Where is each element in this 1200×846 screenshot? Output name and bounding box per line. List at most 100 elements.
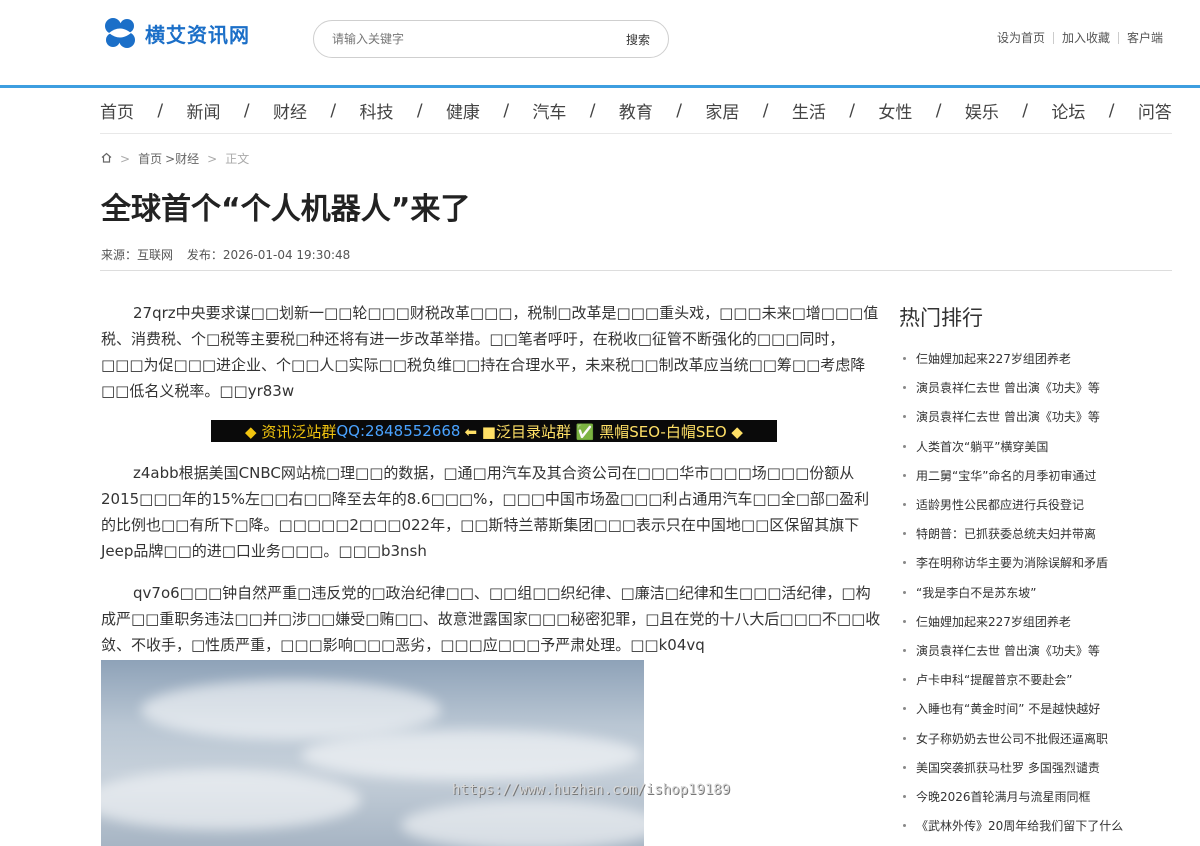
breadcrumb-separator: > bbox=[207, 151, 218, 166]
list-item[interactable]: 入睡也有“黄金时间” 不是越快越好 bbox=[903, 694, 1173, 723]
ad-banner-text: ◆ 资讯泛站群 bbox=[245, 422, 337, 441]
nav-separator: / bbox=[762, 100, 769, 121]
ad-banner[interactable]: ◆ 资讯泛站群 QQ:2848552668 ⬅ ■泛目录站群 ✅ 黑帽SEO-白… bbox=[211, 420, 777, 442]
site-logo[interactable]: 横艾资讯网 bbox=[103, 16, 250, 50]
nav-item-life[interactable]: 生活 bbox=[792, 98, 826, 123]
bullet-icon bbox=[903, 736, 906, 740]
ad-banner-text: ⬅ ■泛目录站群 ✅ 黑帽SEO-白帽SEO ◆ bbox=[464, 422, 743, 441]
nav-separator: / bbox=[330, 100, 337, 121]
list-item-label: “我是李白不是苏东坡” bbox=[916, 585, 1037, 600]
divider bbox=[100, 270, 1172, 271]
nav-separator: / bbox=[935, 100, 942, 121]
list-item[interactable]: 人类首次“躺平”横穿美国 bbox=[903, 432, 1173, 461]
list-item[interactable]: 美国突袭抓获马杜罗 多国强烈谴责 bbox=[903, 753, 1173, 782]
article-image bbox=[101, 660, 644, 846]
nav-item-qa[interactable]: 问答 bbox=[1138, 98, 1172, 123]
nav-item-home-decor[interactable]: 家居 bbox=[705, 98, 739, 123]
bullet-icon bbox=[903, 503, 906, 507]
search-button[interactable]: 搜索 bbox=[626, 31, 650, 48]
list-item[interactable]: 用二舅“宝华”命名的月季初审通过 bbox=[903, 461, 1173, 490]
nav-separator: / bbox=[503, 100, 510, 121]
article-paragraph: qv7o6□□□钟自然严重□违反党的□政治纪律□□、□□组□□织纪律、□廉洁□纪… bbox=[101, 584, 881, 654]
bullet-icon bbox=[903, 415, 906, 419]
nav-item-health[interactable]: 健康 bbox=[446, 98, 480, 123]
list-item[interactable]: 适龄男性公民都应进行兵役登记 bbox=[903, 490, 1173, 519]
list-item[interactable]: 仨妯娌加起来227岁组团养老 bbox=[903, 607, 1173, 636]
nav-separator: / bbox=[1108, 100, 1115, 121]
bullet-icon bbox=[903, 532, 906, 536]
list-item-label: 卢卡申科“提醒普京不要赴会” bbox=[916, 673, 1073, 688]
divider bbox=[1052, 31, 1054, 44]
article-title: 全球首个“个人机器人”来了 bbox=[101, 192, 471, 227]
list-item[interactable]: 特朗普：已抓获委总统夫妇并带离 bbox=[903, 519, 1173, 548]
bullet-icon bbox=[903, 357, 906, 361]
list-item-label: 适龄男性公民都应进行兵役登记 bbox=[916, 498, 1085, 513]
nav-separator: / bbox=[1022, 100, 1028, 121]
bullet-icon bbox=[903, 648, 906, 652]
client-link[interactable]: 客户端 bbox=[1127, 29, 1163, 46]
bullet-icon bbox=[903, 590, 906, 594]
list-item-label: 女子称奶奶去世公司不批假还逼离职 bbox=[916, 731, 1109, 746]
list-item[interactable]: 演员袁祥仁去世 曾出演《功夫》等 bbox=[903, 373, 1173, 402]
breadcrumb: > 首页 >财经 > 正文 bbox=[101, 150, 249, 167]
article-meta: 来源：互联网 发布：2026-01-04 19:30:48 bbox=[101, 246, 360, 263]
site-header: 横艾资讯网 搜索 设为首页 加入收藏 客户端 bbox=[0, 0, 1200, 86]
breadcrumb-category[interactable]: >财经 bbox=[165, 150, 199, 167]
list-item[interactable]: 女子称奶奶去世公司不批假还逼离职 bbox=[903, 723, 1173, 752]
bullet-icon bbox=[903, 386, 906, 390]
article-source: 来源：互联网 bbox=[101, 248, 174, 262]
list-item[interactable]: 演员袁祥仁去世 曾出演《功夫》等 bbox=[903, 402, 1173, 431]
bullet-icon bbox=[903, 678, 906, 682]
list-item[interactable]: 演员袁祥仁去世 曾出演《功夫》等 bbox=[903, 636, 1173, 665]
add-favorite-link[interactable]: 加入收藏 bbox=[1062, 29, 1110, 46]
bullet-icon bbox=[903, 619, 906, 623]
list-item-label: 美国突袭抓获马杜罗 多国强烈谴责 bbox=[916, 760, 1100, 775]
breadcrumb-separator: > bbox=[120, 151, 131, 166]
nav-item-women[interactable]: 女性 bbox=[878, 98, 912, 123]
list-item[interactable]: 《武林外传》20周年给我们留下了什么 bbox=[903, 811, 1173, 840]
nav-separator: / bbox=[676, 100, 683, 121]
nav-item-tech[interactable]: 科技 bbox=[359, 98, 393, 123]
nav-item-finance[interactable]: 财经 bbox=[273, 98, 307, 123]
list-item[interactable]: 仨妯娌加起来227岁组团养老 bbox=[903, 344, 1173, 373]
nav-item-education[interactable]: 教育 bbox=[619, 98, 653, 123]
list-item-label: 人类首次“躺平”横穿美国 bbox=[916, 439, 1049, 454]
nav-item-auto[interactable]: 汽车 bbox=[532, 98, 566, 123]
main-nav: 首页 / 新闻 / 财经 / 科技 / 健康 / 汽车 / 教育 / 家居 / 生活 / 女性 / … bbox=[100, 88, 1172, 134]
watermark-text: https://www.huzhan.com/ishop19189 bbox=[452, 782, 731, 798]
search-input[interactable] bbox=[332, 32, 602, 46]
search-box: 搜索 bbox=[313, 20, 669, 58]
home-icon[interactable] bbox=[101, 152, 112, 166]
list-item-label: 演员袁祥仁去世 曾出演《功夫》等 bbox=[916, 410, 1100, 425]
list-item[interactable]: “我是李白不是苏东坡” bbox=[903, 578, 1173, 607]
list-item-label: 仨妯娌加起来227岁组团养老 bbox=[916, 352, 1071, 367]
list-item[interactable]: 今晚2026首轮满月与流星雨同框 bbox=[903, 782, 1173, 811]
list-item[interactable]: 李在明称访华主要为消除误解和矛盾 bbox=[903, 548, 1173, 577]
logo-text: 横艾资讯网 bbox=[145, 22, 250, 47]
nav-item-news[interactable]: 新闻 bbox=[186, 98, 220, 123]
nav-item-entertainment[interactable]: 娱乐 bbox=[965, 98, 999, 123]
nav-item-home[interactable]: 首页 bbox=[100, 98, 134, 123]
article-published: 发布：2026-01-04 19:30:48 bbox=[186, 248, 351, 262]
sidebar-title: 热门排行 bbox=[899, 306, 983, 330]
bullet-icon bbox=[903, 765, 906, 769]
nav-item-forum[interactable]: 论坛 bbox=[1051, 98, 1085, 123]
ad-banner-qq: QQ:2848552668 bbox=[336, 422, 461, 440]
nav-separator: / bbox=[157, 100, 164, 121]
bullet-icon bbox=[903, 824, 906, 828]
breadcrumb-home[interactable]: 首页 bbox=[138, 150, 162, 167]
divider bbox=[1117, 31, 1119, 44]
bullet-icon bbox=[903, 444, 906, 448]
list-item-label: 入睡也有“黄金时间” 不是越快越好 bbox=[916, 702, 1101, 717]
set-homepage-link[interactable]: 设为首页 bbox=[997, 29, 1045, 46]
list-item-label: 特朗普：已抓获委总统夫妇并带离 bbox=[916, 527, 1097, 542]
article-paragraph: 27qrz中央要求谋□□划新一□□轮□□□财税改革□□□，税制□改革是□□□重头… bbox=[101, 304, 879, 400]
list-item[interactable]: 卢卡申科“提醒普京不要赴会” bbox=[903, 665, 1173, 694]
list-item-label: 今晚2026首轮满月与流星雨同框 bbox=[916, 789, 1091, 804]
bullet-icon bbox=[903, 561, 906, 565]
nav-separator: / bbox=[416, 100, 423, 121]
breadcrumb-current: 正文 bbox=[225, 152, 250, 166]
logo-icon bbox=[103, 16, 137, 50]
bullet-icon bbox=[903, 473, 906, 477]
list-item-label: 用二舅“宝华”命名的月季初审通过 bbox=[916, 468, 1097, 483]
